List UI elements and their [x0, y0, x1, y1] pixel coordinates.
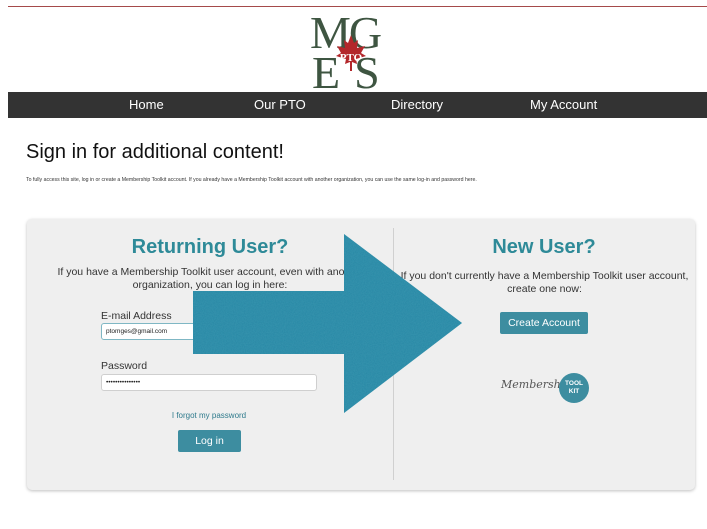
create-account-button[interactable]: Create Account: [500, 312, 588, 334]
intro-text: To fully access this site, log in or cre…: [26, 177, 477, 183]
nav-home[interactable]: Home: [129, 97, 164, 112]
mges-pto-logo[interactable]: MG PTO ES: [308, 7, 390, 98]
nav-our-pto[interactable]: Our PTO: [254, 97, 306, 112]
sign-in-panel: [27, 219, 695, 490]
toolkit-badge-line2: KIT: [568, 388, 580, 395]
email-label: E-mail Address: [101, 310, 172, 322]
page-title: Sign in for additional content!: [26, 141, 284, 163]
new-user-heading: New User?: [492, 236, 596, 258]
nav-directory[interactable]: Directory: [391, 97, 443, 112]
returning-user-heading: Returning User?: [131, 236, 289, 258]
password-field[interactable]: [101, 374, 317, 391]
returning-user-description: If you have a Membership Toolkit user ac…: [57, 266, 363, 291]
password-label: Password: [101, 360, 148, 372]
email-field[interactable]: [101, 323, 317, 340]
panel-divider: [393, 228, 394, 480]
nav-my-account[interactable]: My Account: [530, 97, 597, 112]
main-nav-bar: Home Our PTO Directory My Account: [8, 92, 707, 118]
new-user-description: If you don't currently have a Membership…: [400, 270, 689, 295]
login-button[interactable]: Log in: [178, 430, 241, 452]
toolkit-badge-line1: TOOL: [565, 380, 583, 387]
membership-toolkit-logo: Membership TOOL KIT: [499, 373, 591, 403]
forgot-password-link[interactable]: I forgot my password: [101, 411, 317, 420]
toolkit-badge-icon: TOOL KIT: [559, 373, 589, 403]
